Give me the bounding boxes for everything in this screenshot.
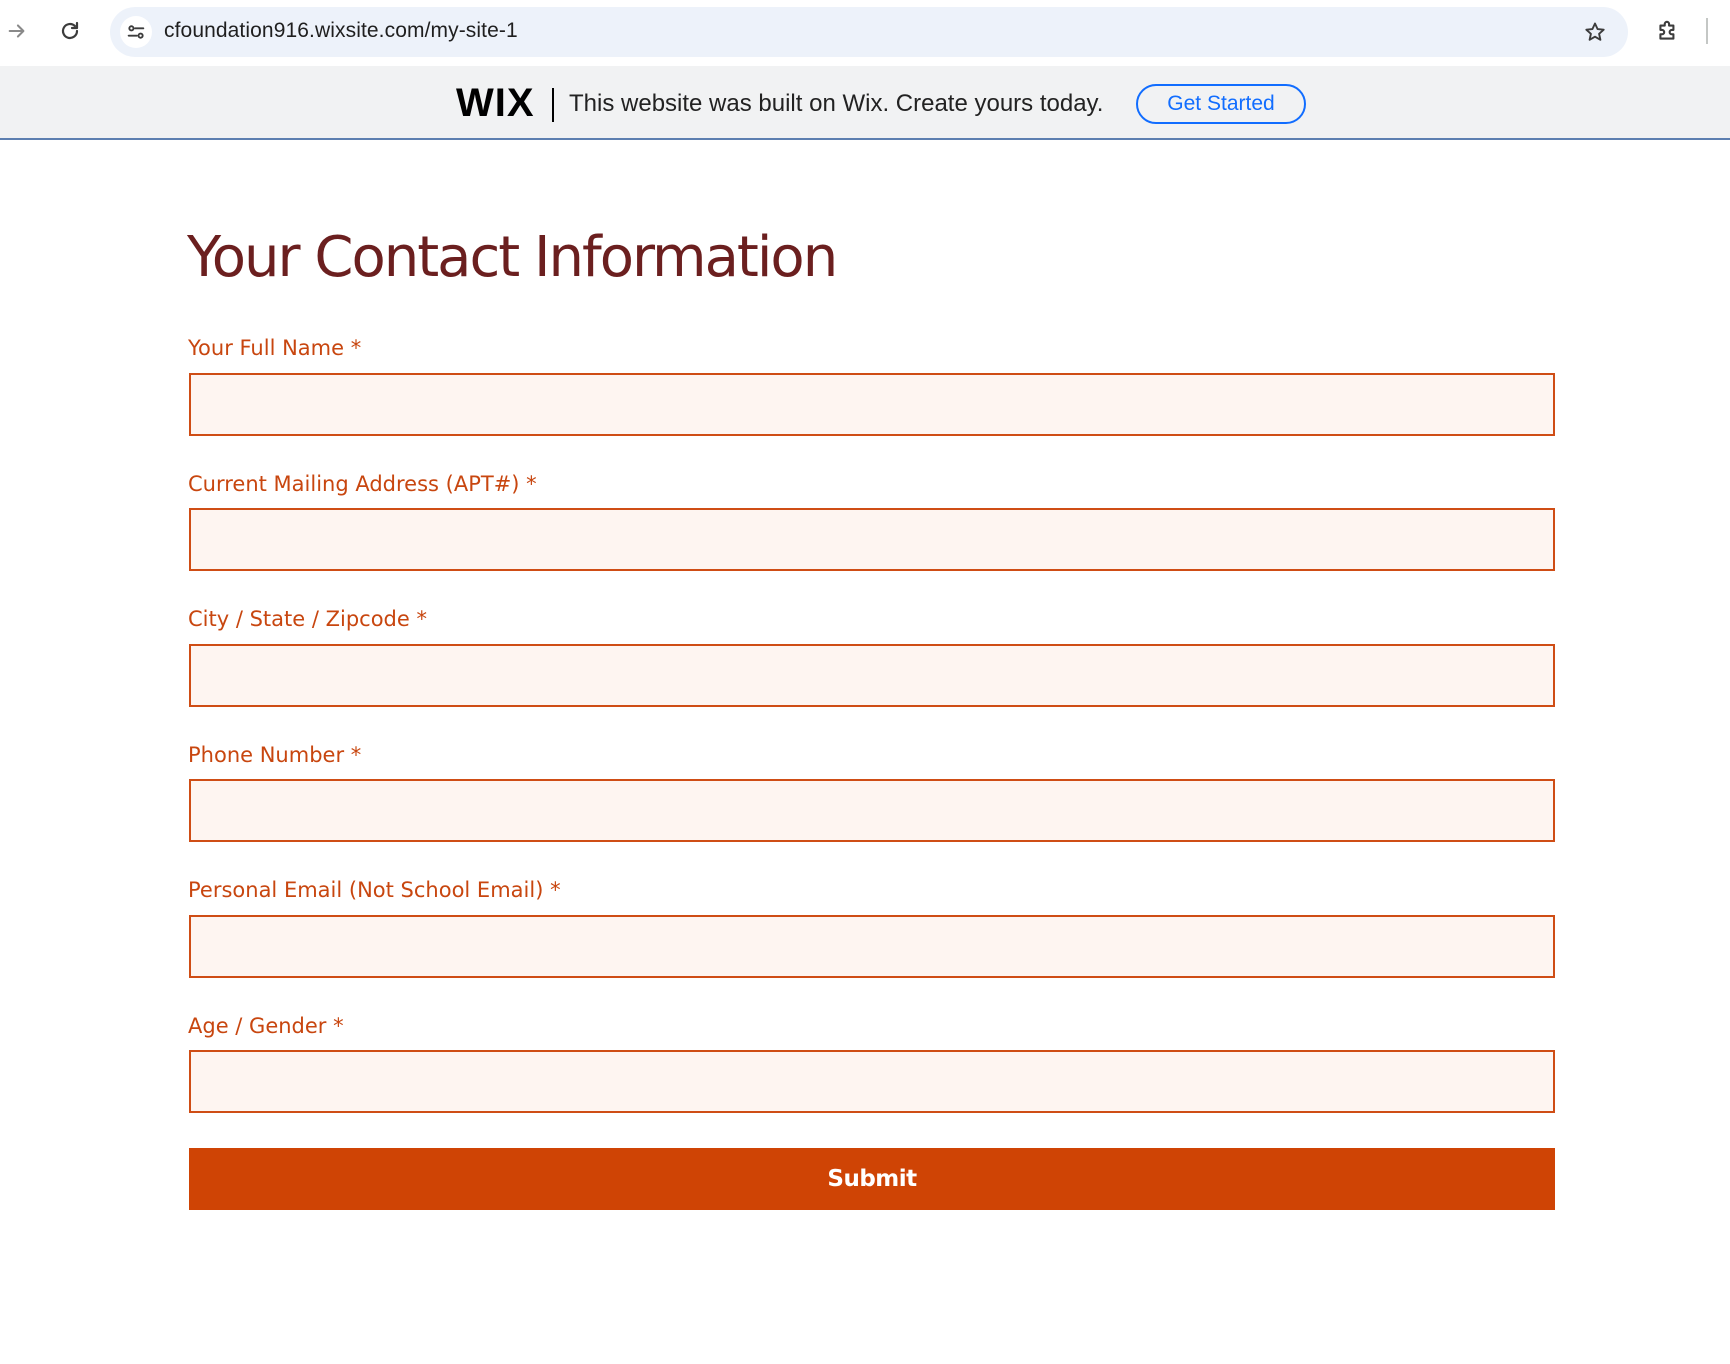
puzzle-icon[interactable] [1652,15,1684,47]
address-bar[interactable]: cfoundation916.wixsite.com/my-site-1 [110,7,1628,57]
arrow-forward-icon[interactable] [2,16,32,46]
url-text[interactable]: cfoundation916.wixsite.com/my-site-1 [164,19,518,43]
browser-toolbar: cfoundation916.wixsite.com/my-site-1 [0,0,1730,66]
city-state-zip-label: City / State / Zipcode * [188,607,427,631]
mailing-address-input[interactable] [189,508,1555,571]
age-gender-label: Age / Gender * [188,1014,344,1038]
star-icon[interactable] [1580,17,1610,47]
page-title: Your Contact Information [187,225,838,290]
personal-email-label: Personal Email (Not School Email) * [188,878,561,902]
wix-promo-banner: WIX This website was built on Wix. Creat… [0,66,1730,140]
submit-button[interactable]: Submit [189,1148,1555,1210]
personal-email-input[interactable] [189,915,1555,978]
age-gender-input[interactable] [189,1050,1555,1113]
mailing-address-label: Current Mailing Address (APT#) * [188,472,537,496]
city-state-zip-input[interactable] [189,644,1555,707]
get-started-button[interactable]: Get Started [1136,84,1306,124]
phone-number-label: Phone Number * [188,743,362,767]
toolbar-divider [1706,18,1708,44]
phone-number-input[interactable] [189,779,1555,842]
banner-message: This website was built on Wix. Create yo… [569,90,1104,117]
full-name-label: Your Full Name * [188,336,362,360]
reload-icon[interactable] [55,16,85,46]
full-name-input[interactable] [189,373,1555,436]
tune-icon[interactable] [120,16,152,48]
banner-divider [552,88,554,122]
wix-logo[interactable]: WIX [456,83,535,123]
